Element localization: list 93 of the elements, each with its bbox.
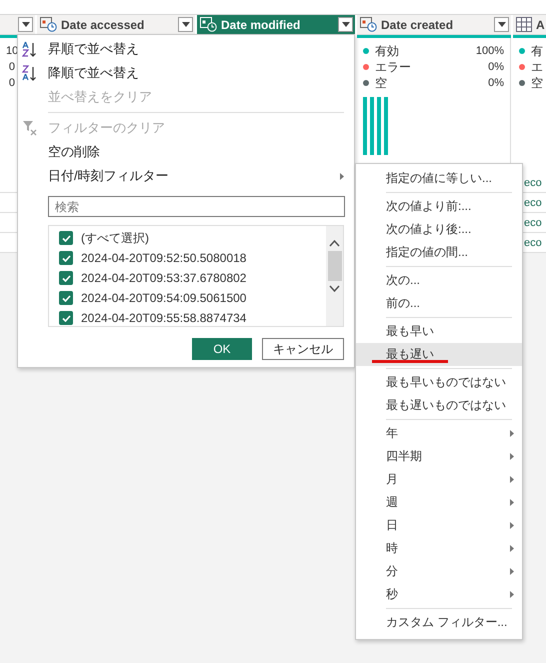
stat-value: 0	[8, 77, 15, 89]
value-label: 2024-04-20T09:55:58.8874734	[81, 311, 246, 325]
submenu-item[interactable]: 次の...	[356, 269, 522, 292]
checkbox[interactable]	[59, 251, 73, 265]
menu-item[interactable]: 日付/時刻フィルター	[18, 164, 354, 188]
column-header[interactable]: Date accessed	[37, 15, 195, 35]
scroll-down-icon[interactable]	[329, 285, 340, 292]
submenu-arrow-icon	[510, 430, 514, 437]
submenu-item[interactable]: 日	[356, 514, 522, 537]
value-label: 2024-04-20T09:53:37.6780802	[81, 271, 246, 285]
stat-label: 空	[531, 74, 543, 92]
menu-item[interactable]: 降順で並べ替え	[18, 61, 354, 85]
column-header-title: A	[536, 18, 546, 32]
check-icon	[62, 294, 70, 302]
stat-label: 有	[531, 42, 543, 60]
checkbox[interactable]	[59, 231, 73, 245]
table-cell: eco	[524, 236, 542, 248]
search-field[interactable]: 検索	[48, 196, 345, 217]
submenu-item[interactable]: 前の...	[356, 292, 522, 315]
checkbox[interactable]	[59, 311, 73, 325]
value-label: 2024-04-20T09:52:50.5080018	[81, 251, 246, 265]
value-label: (すべて選択)	[81, 230, 149, 246]
submenu-item[interactable]: 次の値より前:...	[356, 195, 522, 218]
caret-icon	[342, 22, 350, 27]
column-dropdown-button[interactable]	[18, 17, 33, 32]
stat-label: エ	[531, 58, 543, 76]
checkbox[interactable]	[59, 271, 73, 285]
calendar-clock-icon	[360, 17, 377, 32]
submenu-arrow-icon	[510, 499, 514, 506]
caret-icon	[498, 22, 506, 27]
calendar-clock-icon	[40, 17, 57, 32]
submenu-arrow-icon	[510, 453, 514, 460]
submenu-arrow-icon	[510, 476, 514, 483]
submenu-arrow-icon	[510, 545, 514, 552]
cancel-button[interactable]: キャンセル	[262, 338, 344, 360]
column-header-title: Date accessed	[61, 18, 146, 32]
submenu-item[interactable]: 最も遅いものではない	[356, 394, 522, 417]
sort-descending-icon	[22, 64, 38, 82]
value-label: 2024-04-20T09:54:09.5061500	[81, 291, 246, 305]
caret-icon	[182, 22, 190, 27]
menu-item[interactable]: 昇順で並べ替え	[18, 37, 354, 61]
menu-item[interactable]: 空の削除	[18, 140, 354, 164]
column-header[interactable]: Date modified	[197, 15, 355, 35]
table-cell: eco	[524, 216, 542, 228]
submenu-arrow-icon	[510, 568, 514, 575]
submenu-item[interactable]: 月	[356, 468, 522, 491]
submenu-item[interactable]: 指定の値に等しい...	[356, 167, 522, 190]
stat-value: 100%	[476, 45, 504, 57]
column-header[interactable]: Date created	[357, 15, 511, 35]
ok-button[interactable]: OK	[192, 338, 252, 360]
column-dropdown-button[interactable]	[494, 17, 509, 32]
table-icon	[516, 17, 532, 32]
submenu-item[interactable]: 週	[356, 491, 522, 514]
check-icon	[62, 314, 70, 322]
column-header[interactable]	[0, 15, 35, 35]
submenu-item[interactable]: 秒	[356, 583, 522, 606]
clear-filter-icon	[22, 120, 38, 136]
stat-label: 有効	[375, 42, 399, 60]
stat-value: 0%	[488, 61, 504, 73]
submenu-arrow-icon	[510, 591, 514, 598]
check-icon	[62, 254, 70, 262]
submenu-item[interactable]: 年	[356, 422, 522, 445]
column-header-title: Date modified	[221, 18, 302, 32]
submenu-item[interactable]: 次の値より後:...	[356, 218, 522, 241]
calendar-clock-icon	[200, 17, 217, 32]
column-dropdown-button[interactable]	[338, 17, 353, 32]
scroll-thumb[interactable]	[328, 251, 342, 281]
submenu-item[interactable]: 最も遅い	[356, 343, 522, 366]
sort-ascending-icon	[22, 40, 38, 58]
checkbox[interactable]	[59, 291, 73, 305]
column-dropdown-button[interactable]	[178, 17, 193, 32]
stat-value: 0%	[488, 77, 504, 89]
table-cell: eco	[524, 176, 542, 188]
check-icon	[62, 234, 70, 242]
submenu-item[interactable]: 最も早いものではない	[356, 371, 522, 394]
check-icon	[62, 274, 70, 282]
stat-label: 空	[375, 74, 387, 92]
scroll-up-icon[interactable]	[329, 240, 340, 247]
column-header[interactable]: A	[513, 15, 546, 35]
submenu-item[interactable]: 時	[356, 537, 522, 560]
submenu-arrow-icon	[510, 522, 514, 529]
submenu-item[interactable]: 分	[356, 560, 522, 583]
stat-value: 0	[8, 61, 15, 73]
stat-label: エラー	[375, 58, 411, 76]
submenu-item[interactable]: 最も早い	[356, 320, 522, 343]
submenu-item[interactable]: 指定の値の間...	[356, 241, 522, 264]
submenu-item[interactable]: 四半期	[356, 445, 522, 468]
caret-icon	[22, 22, 30, 27]
submenu-arrow-icon	[340, 172, 344, 180]
scrollbar[interactable]	[326, 226, 343, 326]
column-header-title: Date created	[381, 18, 454, 32]
table-cell: eco	[524, 196, 542, 208]
submenu-item[interactable]: カスタム フィルター...	[356, 611, 522, 634]
